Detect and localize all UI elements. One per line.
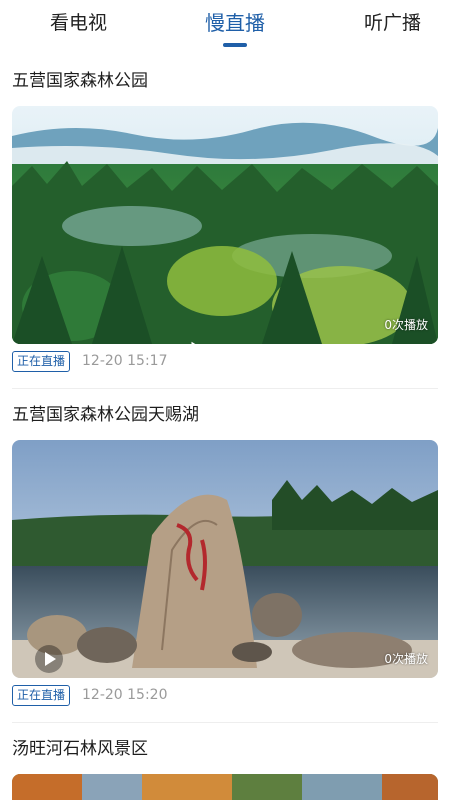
forest-thumbnail-image bbox=[12, 106, 438, 344]
start-time: 12-20 15:20 bbox=[82, 687, 168, 703]
divider bbox=[12, 388, 438, 389]
card-title: 五营国家森林公园天赐湖 bbox=[12, 405, 199, 425]
lake-thumbnail-image bbox=[12, 440, 438, 678]
tab-listen-radio[interactable]: 听广播 bbox=[364, 10, 421, 36]
card-title: 五营国家森林公园 bbox=[12, 71, 148, 91]
play-count: 0次播放 bbox=[384, 318, 428, 332]
card-title: 汤旺河石林风景区 bbox=[12, 739, 148, 759]
video-thumbnail[interactable]: 0次播放 bbox=[12, 106, 438, 344]
video-thumbnail[interactable] bbox=[12, 774, 438, 800]
live-status-badge: 正在直播 bbox=[12, 351, 71, 372]
live-status-badge: 正在直播 bbox=[12, 685, 71, 706]
active-tab-indicator bbox=[223, 43, 247, 47]
tab-slow-live[interactable]: 慢直播 bbox=[205, 10, 265, 36]
video-thumbnail[interactable]: 0次播放 bbox=[12, 440, 438, 678]
divider bbox=[12, 722, 438, 723]
play-icon bbox=[191, 341, 196, 344]
play-icon bbox=[35, 645, 63, 673]
stone-forest-thumbnail-image bbox=[12, 774, 438, 800]
tab-watch-tv[interactable]: 看电视 bbox=[50, 10, 107, 36]
tab-bar: 看电视 慢直播 听广播 bbox=[0, 0, 450, 56]
start-time: 12-20 15:17 bbox=[82, 353, 168, 369]
play-count: 0次播放 bbox=[384, 652, 428, 666]
